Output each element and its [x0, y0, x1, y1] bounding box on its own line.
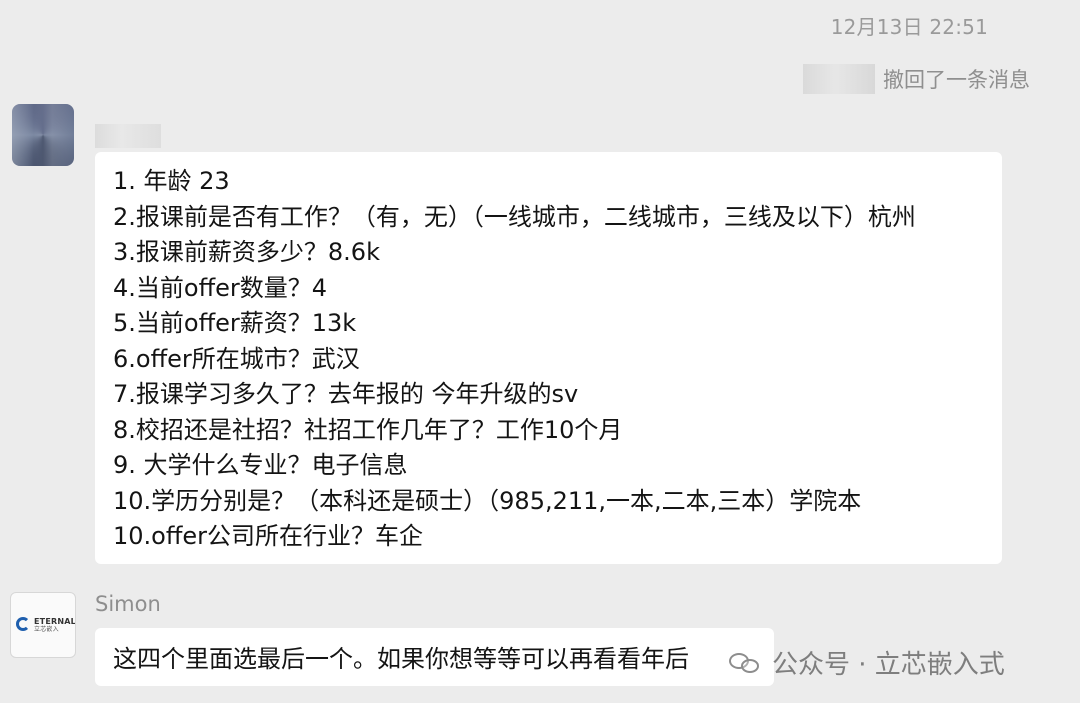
message-bubble[interactable]: 这四个里面选最后一个。如果你想等等可以再看看年后: [95, 628, 774, 686]
logo-subtext: 立芯嵌入: [34, 626, 59, 633]
blurred-avatar-icon[interactable]: [12, 104, 74, 166]
message-line: 6.offer所在城市？武汉: [113, 344, 360, 373]
message-line: 10.学历分别是？（本科还是硕士）（985,211,一本,二本,三本）学院本: [113, 486, 862, 515]
message-timestamp: 12月13日 22:51: [830, 15, 988, 39]
message-line: 9. 大学什么专业？电子信息: [113, 451, 408, 479]
logo-mark: ETERNALCHIP 立芯嵌入: [16, 615, 75, 635]
message-line: 10.offer公司所在行业？车企: [113, 522, 424, 550]
watermark: 公众号 · 立芯嵌入式: [728, 644, 1005, 680]
logo-c-icon: [16, 617, 30, 631]
recall-notice: 撤回了一条消息: [803, 62, 1030, 96]
message-line: 5.当前offer薪资？13k: [113, 309, 357, 337]
message-line: 1. 年龄 23: [113, 167, 230, 195]
logo-text: ETERNALCHIP: [34, 617, 76, 626]
sender-name-blur: [95, 124, 161, 148]
sender-name: Simon: [95, 592, 161, 616]
message-text: 这四个里面选最后一个。如果你想等等可以再看看年后: [113, 645, 689, 673]
wechat-official-account-icon: [728, 645, 762, 679]
message-line: 4.当前offer数量？4: [113, 273, 328, 302]
eternalchip-logo-icon[interactable]: ETERNALCHIP 立芯嵌入: [10, 592, 76, 658]
message-line: 3.报课前薪资多少？8.6k: [113, 238, 380, 266]
watermark-text: 公众号 · 立芯嵌入式: [772, 649, 1005, 680]
message-bubble[interactable]: 1. 年龄 23 2.报课前是否有工作？（有，无）（一线城市，二线城市，三线及以…: [95, 152, 1002, 564]
recall-text: 撤回了一条消息: [883, 68, 1030, 92]
message-line: 7.报课学习多久了？去年报的 今年升级的sv: [113, 380, 579, 408]
message-line: 2.报课前是否有工作？（有，无）（一线城市，二线城市，三线及以下）杭州: [113, 202, 916, 231]
recall-sender-blur: [803, 64, 875, 94]
message-line: 8.校招还是社招？社招工作几年了？工作10个月: [113, 415, 623, 444]
